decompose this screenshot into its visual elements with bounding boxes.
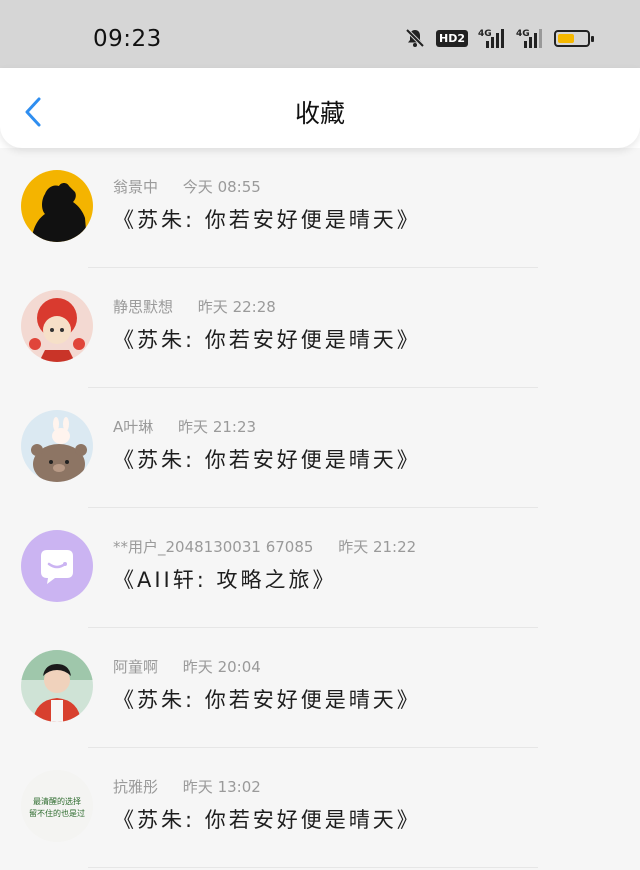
item-meta: **用户_2048130031 67085 昨天 21:22 bbox=[113, 536, 416, 557]
favorites-list-area: 翁景中 今天 08:55 《苏朱: 你若安好便是晴天》 静思默想 昨天 22:2… bbox=[0, 148, 640, 870]
timestamp: 昨天 13:02 bbox=[182, 778, 261, 796]
item-meta: 阿童啊 昨天 20:04 bbox=[113, 656, 261, 677]
avatar[interactable]: 最清醒的选择 留不住的也是过 bbox=[21, 770, 93, 842]
favorite-title[interactable]: 《苏朱: 你若安好便是晴天》 bbox=[113, 324, 421, 354]
handwriting-avatar-icon: 最清醒的选择 留不住的也是过 bbox=[21, 770, 93, 842]
hd-badge: HD2 bbox=[436, 29, 468, 47]
timestamp: 昨天 21:23 bbox=[178, 418, 257, 436]
avatar[interactable] bbox=[21, 290, 93, 362]
username[interactable]: **用户_2048130031 67085 bbox=[113, 538, 313, 556]
item-meta: 静思默想 昨天 22:28 bbox=[113, 296, 276, 317]
timestamp: 昨天 21:22 bbox=[338, 538, 417, 556]
list-item[interactable]: 静思默想 昨天 22:28 《苏朱: 你若安好便是晴天》 bbox=[0, 268, 640, 388]
list-item[interactable]: 翁景中 今天 08:55 《苏朱: 你若安好便是晴天》 bbox=[0, 148, 640, 268]
avatar-text-line2: 留不住的也是过 bbox=[29, 808, 85, 818]
list-item[interactable]: 最清醒的选择 留不住的也是过 抗雅彤 昨天 13:02 《苏朱: 你若安好便是晴… bbox=[0, 748, 640, 868]
signal-4g-icon-2: 4G bbox=[516, 29, 542, 48]
username[interactable]: A叶琳 bbox=[113, 418, 153, 436]
net-label-1: 4G bbox=[478, 29, 492, 39]
timestamp: 昨天 20:04 bbox=[182, 658, 261, 676]
net-label-2: 4G bbox=[516, 29, 530, 39]
status-icons: HD2 4G 4G bbox=[404, 27, 594, 49]
person-photo-avatar-icon bbox=[21, 650, 93, 722]
favorite-title[interactable]: 《苏朱: 你若安好便是晴天》 bbox=[113, 804, 421, 834]
favorite-title[interactable]: 《苏朱: 你若安好便是晴天》 bbox=[113, 204, 421, 234]
mute-bell-icon bbox=[405, 28, 425, 48]
chat-bubble-avatar-icon bbox=[21, 530, 93, 602]
avatar[interactable] bbox=[21, 170, 93, 242]
favorites-list: 翁景中 今天 08:55 《苏朱: 你若安好便是晴天》 静思默想 昨天 22:2… bbox=[0, 148, 640, 868]
timestamp: 昨天 22:28 bbox=[197, 298, 276, 316]
bear-rabbit-avatar-icon bbox=[21, 410, 93, 482]
favorite-title[interactable]: 《苏朱: 你若安好便是晴天》 bbox=[113, 444, 421, 474]
battery-icon bbox=[554, 29, 594, 47]
username[interactable]: 阿童啊 bbox=[113, 658, 158, 676]
username[interactable]: 翁景中 bbox=[113, 178, 158, 196]
battery-level bbox=[558, 33, 575, 43]
list-item[interactable]: 阿童啊 昨天 20:04 《苏朱: 你若安好便是晴天》 bbox=[0, 628, 640, 748]
list-item[interactable]: **用户_2048130031 67085 昨天 21:22 《AII轩: 攻略… bbox=[0, 508, 640, 628]
favorite-title[interactable]: 《AII轩: 攻略之旅》 bbox=[113, 564, 337, 594]
page-title: 收藏 bbox=[294, 99, 345, 128]
username[interactable]: 静思默想 bbox=[113, 298, 173, 316]
item-meta: 抗雅彤 昨天 13:02 bbox=[113, 776, 261, 797]
list-item[interactable]: A叶琳 昨天 21:23 《苏朱: 你若安好便是晴天》 bbox=[0, 388, 640, 508]
cartoon-lion-avatar-icon bbox=[21, 290, 93, 362]
signal-4g-icon: 4G bbox=[478, 29, 504, 48]
avatar[interactable] bbox=[21, 410, 93, 482]
item-meta: 翁景中 今天 08:55 bbox=[113, 176, 261, 197]
timestamp: 今天 08:55 bbox=[182, 178, 261, 196]
divider bbox=[88, 867, 538, 868]
nav-bar: 收藏 bbox=[0, 68, 640, 148]
avatar-text-line1: 最清醒的选择 bbox=[33, 796, 81, 806]
avatar[interactable] bbox=[21, 650, 93, 722]
item-meta: A叶琳 昨天 21:23 bbox=[113, 416, 256, 437]
avatar[interactable] bbox=[21, 530, 93, 602]
status-bar: 09:23 HD2 4G 4G bbox=[0, 0, 640, 68]
silhouette-avatar-icon bbox=[21, 170, 93, 242]
username[interactable]: 抗雅彤 bbox=[113, 778, 158, 796]
clock: 09:23 bbox=[93, 26, 162, 52]
favorite-title[interactable]: 《苏朱: 你若安好便是晴天》 bbox=[113, 684, 421, 714]
